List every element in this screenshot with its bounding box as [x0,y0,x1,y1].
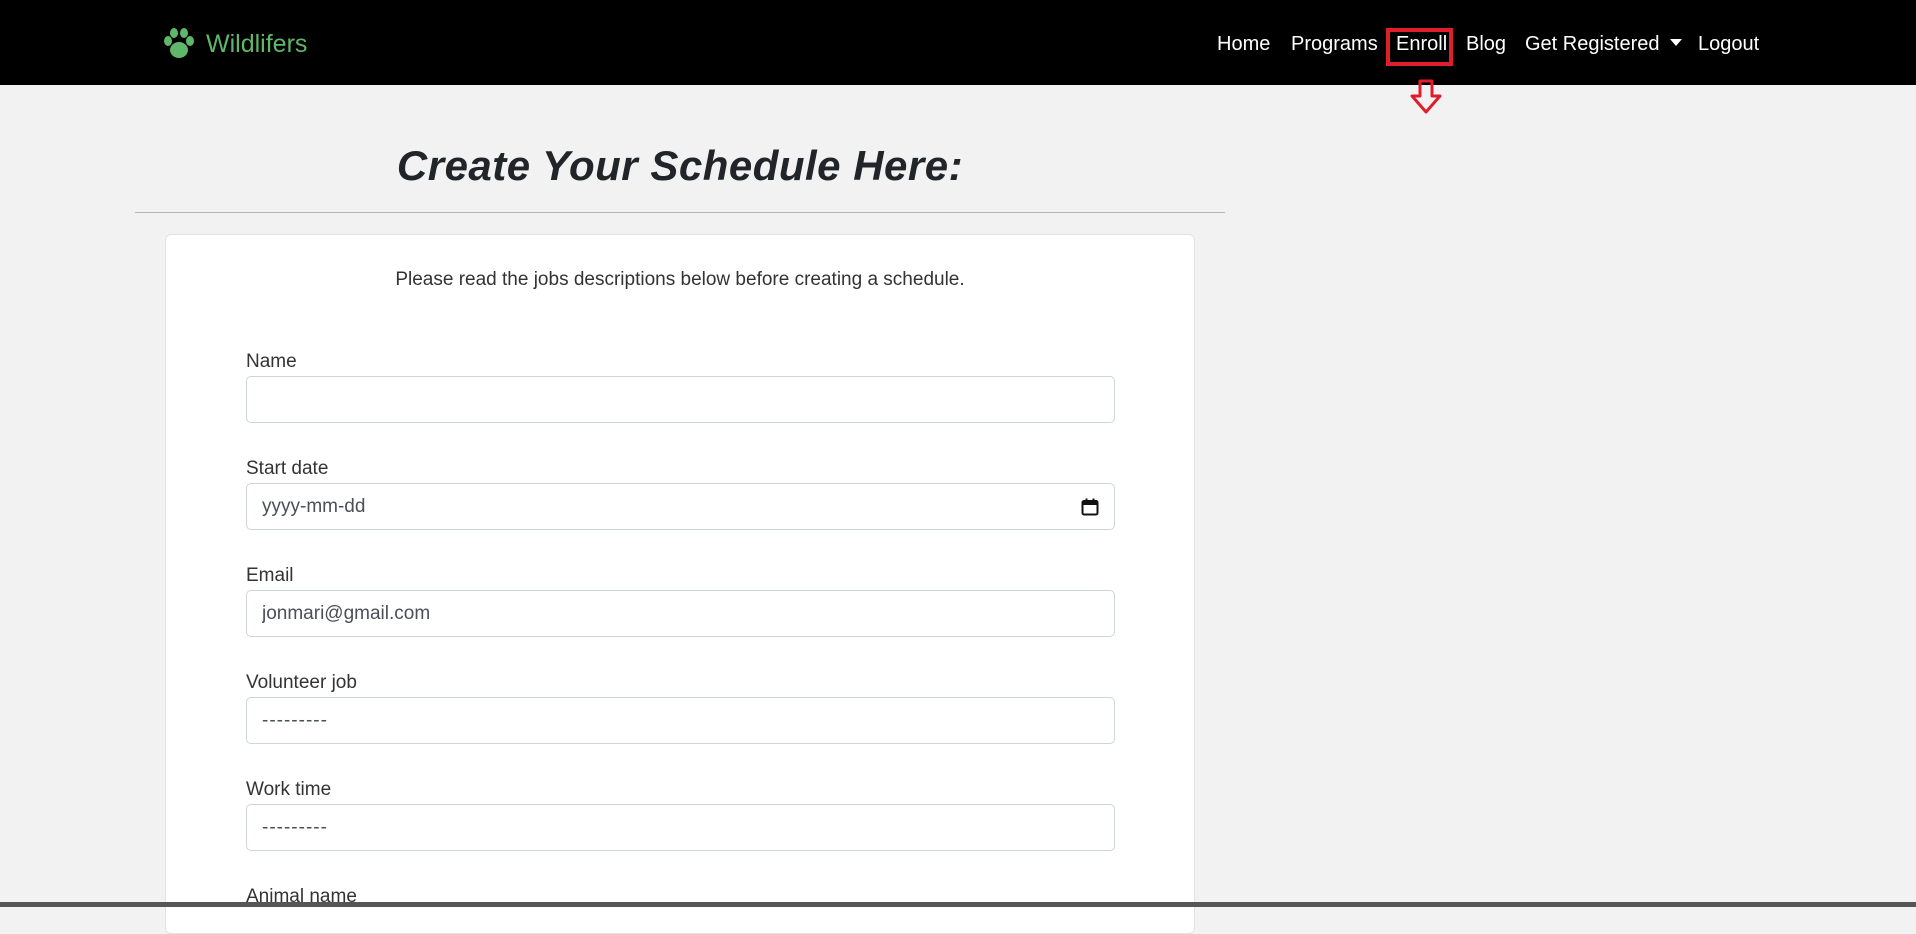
name-field[interactable] [246,376,1115,423]
arrow-down-icon [1410,79,1442,114]
calendar-icon[interactable] [1081,498,1099,516]
volunteer-job-label: Volunteer job [246,672,357,693]
volunteer-job-select[interactable]: --------- [246,697,1115,744]
volunteer-job-selected: --------- [262,709,328,731]
brand-name: Wildlifers [206,29,308,58]
page-title: Create Your Schedule Here: [396,142,964,189]
bottom-edge [0,902,1916,907]
work-time-label: Work time [246,779,332,800]
email-label: Email [246,565,294,586]
nav-programs-link[interactable]: Programs [1291,27,1378,61]
intro-text: Please read the jobs descriptions below … [395,269,965,290]
paw-icon [164,28,194,58]
brand-link[interactable]: Wildlifers [162,24,307,64]
enroll-highlight-box [1386,28,1453,66]
nav-get-registered-dropdown[interactable]: Get Registered [1525,27,1682,61]
start-date-label: Start date [246,458,329,479]
start-date-placeholder: yyyy-mm-dd [262,495,366,517]
nav-logout-link[interactable]: Logout [1698,27,1759,61]
title-divider [135,212,1225,213]
nav-home-link[interactable]: Home [1217,27,1270,61]
nav-blog-link[interactable]: Blog [1466,27,1506,61]
name-input[interactable] [262,377,1099,422]
name-label: Name [246,351,297,372]
email-input[interactable] [262,591,1099,636]
schedule-form-card: Please read the jobs descriptions below … [165,234,1195,934]
get-registered-label: Get Registered [1525,33,1660,55]
work-time-select[interactable]: --------- [246,804,1115,851]
work-time-selected: --------- [262,816,328,838]
email-field[interactable] [246,590,1115,637]
caret-down-icon [1669,39,1682,46]
start-date-field[interactable]: yyyy-mm-dd [246,483,1115,530]
navbar: Wildlifers Home Programs Enroll Blog Get… [0,0,1916,85]
